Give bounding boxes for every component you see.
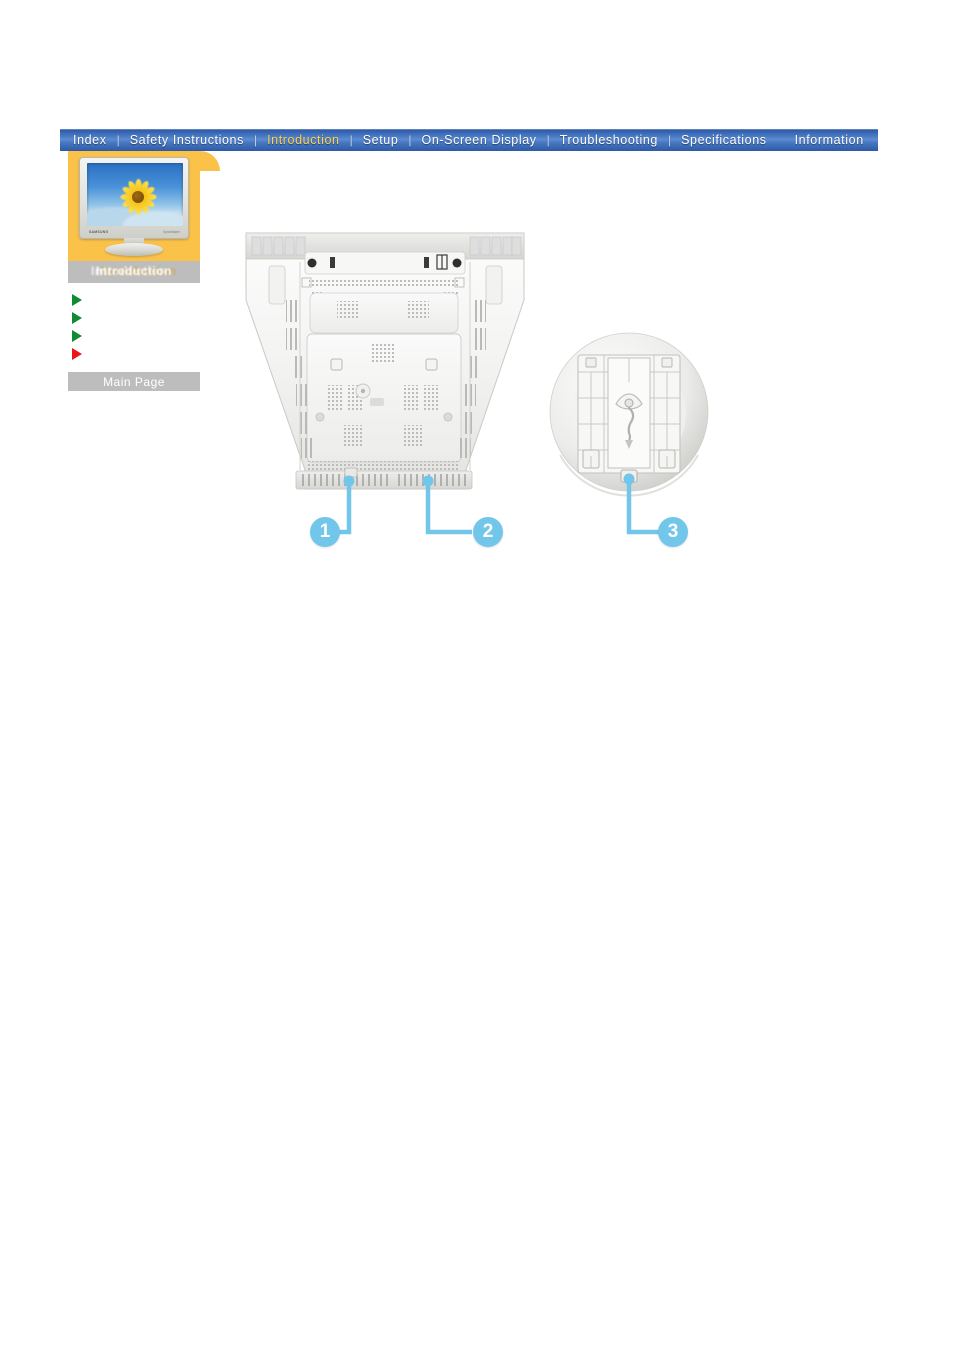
main-page-button[interactable]: Main Page [68,372,200,391]
monitor-thumbnail-icon: SAMSUNG SyncMaster [79,157,189,256]
callout-dot-2 [422,475,434,487]
monitor-bezel: SAMSUNG SyncMaster [79,157,189,239]
sidebar-bullet-item-2[interactable] [68,309,200,327]
sidebar-bullet-item-3[interactable] [68,327,200,345]
callout-dot-3 [623,473,635,485]
nav-item-troubleshooting[interactable]: Troubleshooting [551,129,667,151]
nav-item-index[interactable]: Index [64,129,116,151]
sidebar-thumbnail-panel: SAMSUNG SyncMaster [68,151,200,261]
monitor-model-label: SyncMaster [163,230,180,234]
callout-marker-3[interactable]: 3 [658,517,688,547]
nav-item-setup[interactable]: Setup [354,129,408,151]
sidebar-bullet-item-1[interactable] [68,291,200,309]
sunflower-icon [118,177,158,217]
monitor-brand-label: SAMSUNG [89,230,109,234]
red-triangle-icon [72,348,82,360]
sidebar-bullet-list [68,291,200,363]
callout-line-2 [425,482,472,535]
monitor-base [105,243,163,256]
monitor-rear-chassis [245,232,525,490]
sunflower-core [132,191,144,203]
active-tab-notch [200,171,222,187]
caption-text: Introduction [96,264,172,278]
sidebar-section-caption: Introduction Introduction Introduction [68,261,200,283]
nav-item-information[interactable]: Information [786,129,873,151]
nav-item-safety-instructions[interactable]: Safety Instructions [121,129,253,151]
callout-marker-2[interactable]: 2 [473,517,503,547]
monitor-screen [87,163,183,226]
green-triangle-icon [72,294,82,306]
nav-item-on-screen-display[interactable]: On-Screen Display [413,129,546,151]
main-navigation-bar: Index | Safety Instructions | Introduction | S… [60,129,878,151]
callout-anchor-dots [343,473,635,487]
callout-dot-1 [343,475,355,487]
nav-item-introduction[interactable]: Introduction [258,129,349,151]
green-triangle-icon [72,312,82,324]
callout-marker-1[interactable]: 1 [310,517,340,547]
green-triangle-icon [72,330,82,342]
sidebar: SAMSUNG SyncMaster Introduction Introduc… [68,151,200,391]
nav-item-specifications[interactable]: Specifications [672,129,776,151]
monitor-stand-base [549,332,709,497]
sidebar-bullet-item-4[interactable] [68,345,200,363]
